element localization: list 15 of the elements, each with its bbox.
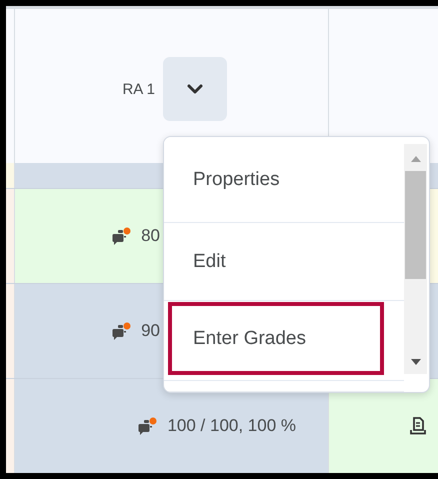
grade-text: 80 <box>141 226 160 246</box>
dropdown-button[interactable] <box>163 57 227 121</box>
grade-text: 100 / 100, 100 % <box>167 416 296 436</box>
menu-item[interactable]: Properties <box>164 137 404 222</box>
scrollbar-thumb[interactable] <box>405 171 426 279</box>
feedback-icon <box>111 227 132 245</box>
column-title: RA 1 <box>122 80 155 98</box>
menu-item[interactable]: Enter Grades <box>168 302 384 375</box>
grade-text: 90 <box>141 321 160 341</box>
feedback-icon <box>137 417 158 435</box>
scrollbar[interactable] <box>404 144 427 374</box>
document-icon <box>410 417 426 435</box>
scroll-down-icon[interactable] <box>410 359 420 365</box>
feedback-icon <box>111 322 132 340</box>
chevron-down-icon <box>187 84 203 94</box>
